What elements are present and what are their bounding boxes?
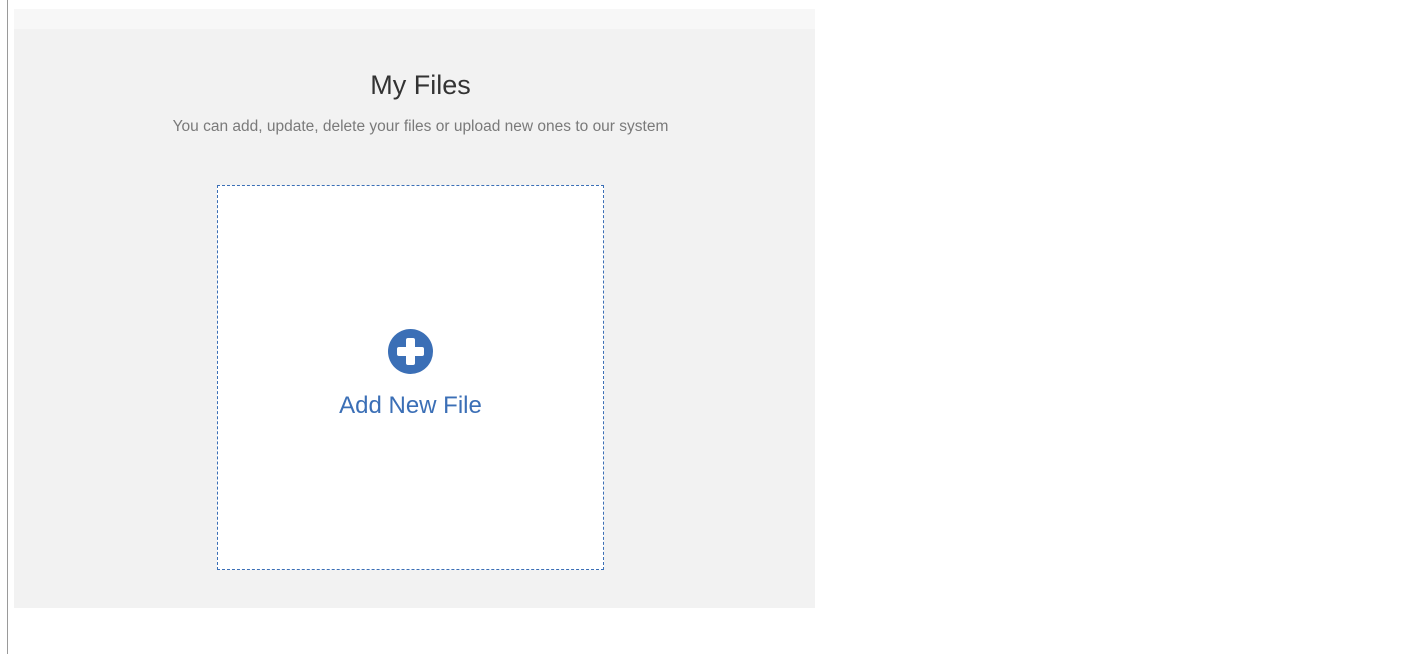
- page-title: My Files: [370, 70, 471, 100]
- left-divider: [7, 0, 8, 654]
- add-new-file-label: Add New File: [339, 392, 482, 419]
- top-strip: [14, 9, 815, 29]
- page-subtitle: You can add, update, delete your files o…: [172, 118, 669, 135]
- my-files-panel: My Files You can add, update, delete you…: [14, 29, 815, 608]
- plus-circle-icon: [388, 329, 433, 374]
- add-new-file-dropzone[interactable]: Add New File: [217, 185, 604, 570]
